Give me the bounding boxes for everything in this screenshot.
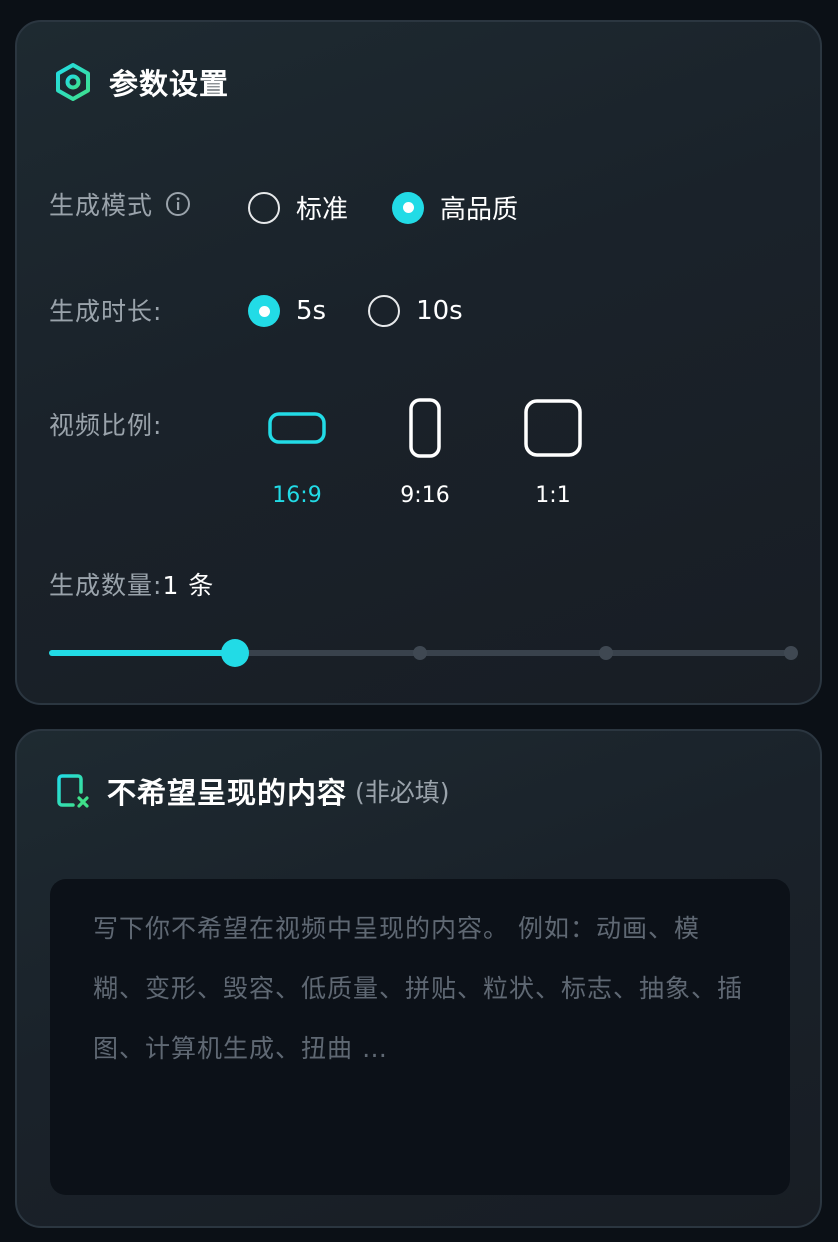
- portrait-ratio-icon: [390, 393, 460, 463]
- negative-header: 不希望呈现的内容 (非必填): [53, 769, 450, 813]
- params-title: 参数设置: [109, 67, 230, 101]
- params-card: 参数设置 生成模式 标准 高品质 生成时长: 5s 10s 视频比例: 16:9…: [15, 20, 822, 705]
- radio-checked[interactable]: [392, 191, 425, 224]
- negative-subtitle: (非必填): [355, 778, 450, 807]
- negative-prompt-placeholder: 写下你不希望在视频中呈现的内容。 例如：动画、模糊、变形、毁容、低质量、拼贴、粒…: [93, 914, 744, 1063]
- mode-radio-group: 标准 高品质: [248, 189, 518, 226]
- slider-step-dot[interactable]: [598, 646, 613, 660]
- hexagon-settings-icon: [53, 62, 93, 102]
- aspect-label-row: 视频比例:: [49, 406, 162, 442]
- mode-label-row: 生成模式: [49, 186, 191, 222]
- ratio-option-9-16[interactable]: 9:16: [390, 393, 460, 508]
- ratio-label: 16:9: [272, 483, 322, 508]
- slider-step-dot[interactable]: [413, 646, 427, 660]
- slider-thumb[interactable]: [220, 639, 249, 667]
- ratio-option-16-9[interactable]: 16:9: [262, 393, 332, 508]
- radio-unchecked[interactable]: [368, 295, 401, 327]
- duration-radio-group: 5s 10s: [248, 295, 463, 327]
- info-icon[interactable]: [165, 191, 191, 217]
- mode-option-label: 高品质: [440, 195, 519, 225]
- document-x-icon: [53, 771, 93, 811]
- negative-title: 不希望呈现的内容: [107, 776, 348, 810]
- params-header: 参数设置: [53, 60, 229, 104]
- ratio-label: 1:1: [535, 483, 571, 508]
- radio-unchecked[interactable]: [248, 191, 280, 224]
- square-ratio-icon: [518, 393, 588, 463]
- count-label: 生成数量:: [49, 571, 163, 600]
- aspect-label: 视频比例:: [49, 411, 163, 440]
- landscape-ratio-icon: [262, 393, 332, 463]
- negative-prompt-card: 不希望呈现的内容 (非必填) 写下你不希望在视频中呈现的内容。 例如：动画、模糊…: [15, 729, 822, 1228]
- count-label-row: 生成数量:1 条: [49, 566, 214, 602]
- ratio-option-1-1[interactable]: 1:1: [518, 393, 588, 508]
- duration-option-10s[interactable]: 10s: [368, 295, 463, 327]
- duration-option-5s[interactable]: 5s: [248, 295, 326, 327]
- slider-step-dot[interactable]: [784, 646, 798, 660]
- count-slider[interactable]: [49, 638, 798, 668]
- duration-option-label: 10s: [416, 296, 463, 326]
- duration-option-label: 5s: [296, 296, 327, 326]
- mode-option-label: 标准: [296, 195, 349, 225]
- negative-prompt-input[interactable]: 写下你不希望在视频中呈现的内容。 例如：动画、模糊、变形、毁容、低质量、拼贴、粒…: [50, 879, 790, 1195]
- duration-label: 生成时长:: [49, 297, 163, 326]
- radio-checked[interactable]: [248, 295, 280, 327]
- mode-option-standard[interactable]: 标准: [248, 189, 348, 226]
- mode-label: 生成模式: [49, 191, 154, 220]
- ratio-label: 9:16: [400, 483, 450, 508]
- slider-fill: [49, 650, 235, 656]
- mode-option-high-quality[interactable]: 高品质: [392, 189, 518, 226]
- count-value: 1 条: [162, 571, 215, 600]
- duration-label-row: 生成时长:: [49, 292, 162, 328]
